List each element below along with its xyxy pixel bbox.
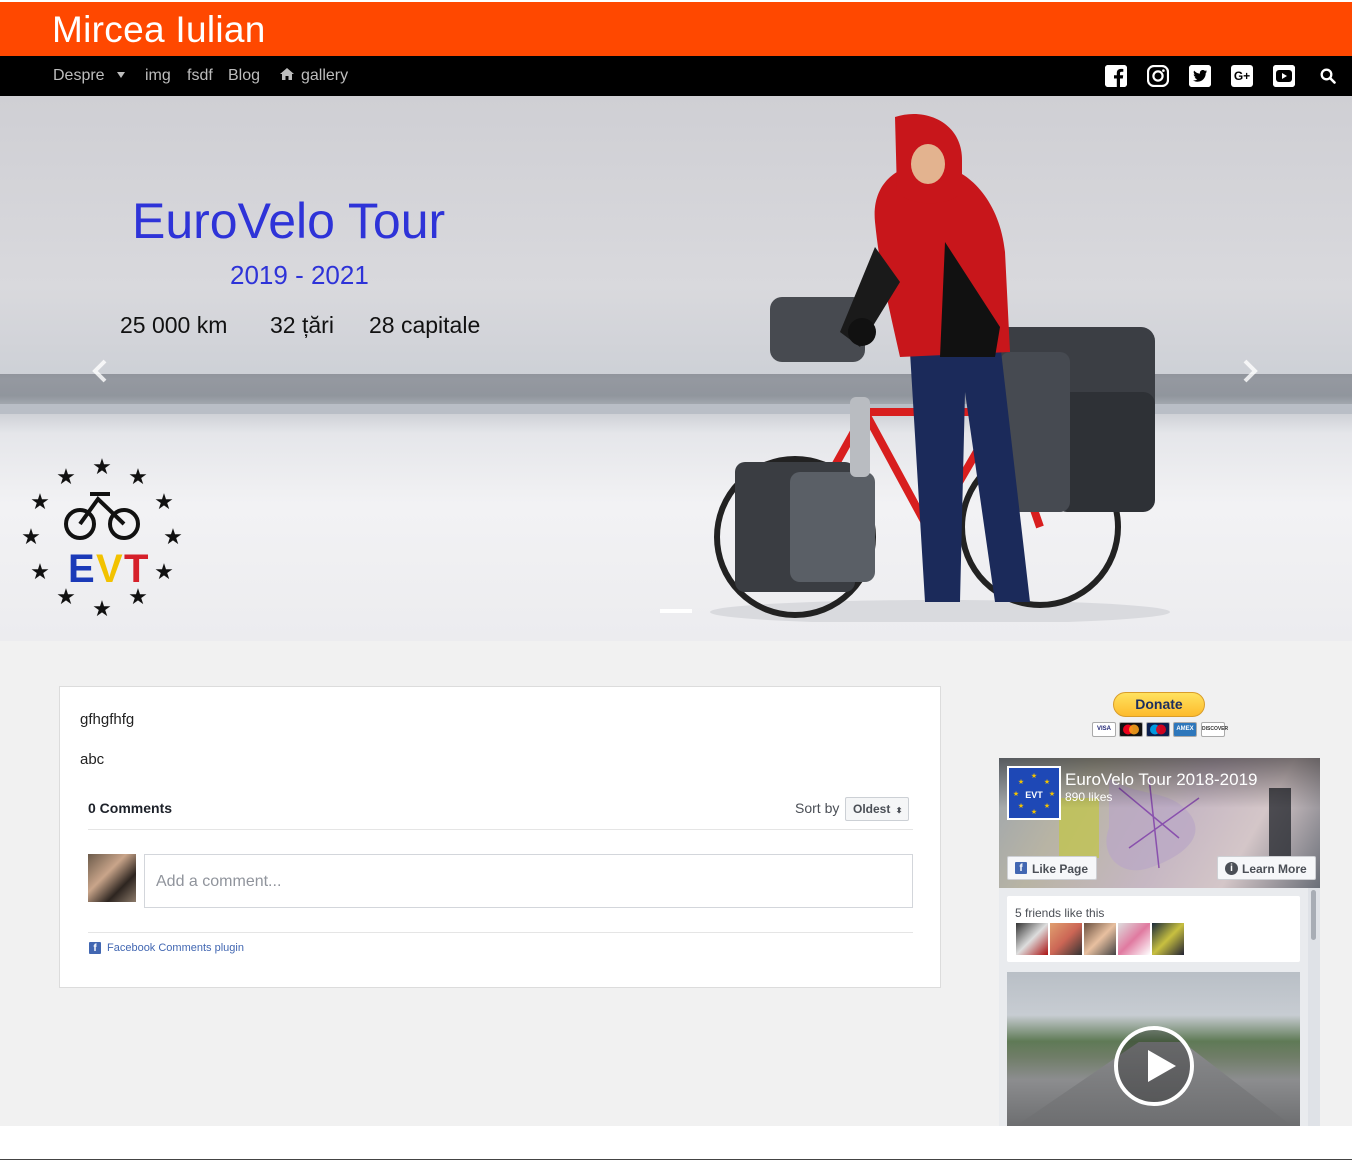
info-icon: i [1225, 862, 1238, 875]
fb-like-page-label: Like Page [1032, 862, 1089, 876]
home-icon[interactable] [279, 67, 295, 81]
site-title[interactable]: Mircea Iulian [52, 9, 266, 51]
facebook-icon: f [89, 942, 101, 954]
hero-years: 2019 - 2021 [230, 260, 369, 290]
fb-learn-more-button[interactable]: i Learn More [1217, 856, 1316, 880]
nav-item-fsdf[interactable]: fsdf [187, 67, 213, 85]
fb-page-likes: 890 likes [1065, 790, 1113, 804]
svg-text:★: ★ [1013, 790, 1019, 798]
svg-text:★: ★ [30, 490, 50, 515]
sort-select-value: Oldest [853, 802, 891, 816]
svg-text:★: ★ [154, 560, 174, 585]
hero-title: EuroVelo Tour [132, 193, 446, 249]
fb-friends-box: 5 friends like this [1007, 896, 1300, 962]
fb-video-thumbnail[interactable] [1007, 972, 1300, 1126]
post-paragraph: abc [80, 751, 105, 768]
evt-logo: ★ ★ ★ ★ ★ ★ ★ ★ ★ ★ ★ ★ E V T [21, 455, 183, 622]
site-header: Mircea Iulian [0, 2, 1352, 56]
amex-card-icon: AMEX [1173, 722, 1197, 737]
svg-text:★: ★ [92, 597, 112, 622]
fb-learn-more-label: Learn More [1242, 862, 1307, 876]
search-icon[interactable] [1320, 68, 1336, 84]
avatar[interactable] [1016, 923, 1048, 955]
avatar [88, 854, 136, 902]
comment-input[interactable]: Add a comment... [144, 854, 913, 908]
carousel-indicator[interactable] [660, 609, 692, 613]
hero-stat-distance: 25 000 km [120, 312, 228, 338]
avatar[interactable] [1084, 923, 1116, 955]
donate-button[interactable]: Donate [1113, 692, 1205, 717]
sort-label: Sort by [795, 800, 840, 816]
facebook-icon: f [1015, 862, 1027, 874]
svg-text:E: E [68, 547, 95, 591]
svg-text:★: ★ [1018, 778, 1024, 786]
svg-text:★: ★ [21, 525, 41, 550]
fb-scrollbar-thumb[interactable] [1311, 890, 1316, 940]
cyclist-photo [710, 113, 1170, 622]
fb-like-page-button[interactable]: f Like Page [1007, 856, 1098, 880]
mastercard-icon [1119, 722, 1143, 737]
twitter-icon[interactable] [1189, 65, 1211, 87]
chevron-down-icon[interactable] [117, 72, 125, 78]
carousel-prev-icon[interactable] [90, 358, 110, 384]
svg-text:★: ★ [30, 560, 50, 585]
fb-friends-label: 5 friends like this [1015, 906, 1105, 920]
nav-item-blog[interactable]: Blog [228, 67, 260, 85]
facebook-icon[interactable] [1105, 65, 1127, 87]
play-icon[interactable] [1114, 1026, 1194, 1106]
maestro-card-icon [1146, 722, 1170, 737]
footer [0, 1126, 1352, 1161]
footer-divider [0, 1159, 1352, 1160]
svg-text:V: V [96, 547, 123, 591]
sort-select[interactable]: Oldest ⬍ [845, 797, 909, 821]
page: Mircea Iulian Despre img fsdf Blog galle… [0, 0, 1352, 1161]
svg-text:★: ★ [1044, 778, 1050, 786]
svg-text:T: T [124, 547, 148, 591]
divider [88, 932, 913, 933]
sort-toggle-icon: ⬍ [895, 806, 903, 815]
google-plus-icon[interactable]: G+ [1231, 65, 1253, 87]
hero-stat-capitals: 28 capitale [369, 312, 481, 338]
avatar[interactable] [1152, 923, 1184, 955]
nav-item-despre[interactable]: Despre [53, 67, 105, 85]
instagram-icon[interactable] [1147, 65, 1169, 87]
hero-carousel: EuroVelo Tour 2019 - 2021 25 000 km 32 ț… [0, 96, 1352, 641]
visa-card-icon: VISA [1092, 722, 1116, 737]
facebook-page-widget: ★ ★ ★ ★ ★ ★ ★ ★ EVT EuroVelo Tour 2018-2019 890 … [999, 758, 1320, 1126]
nav-item-img[interactable]: img [145, 67, 171, 85]
svg-text:★: ★ [56, 465, 76, 490]
comments-count: 0 Comments [88, 800, 173, 816]
svg-text:★: ★ [154, 490, 174, 515]
svg-text:★: ★ [1044, 802, 1050, 810]
carousel-next-icon[interactable] [1240, 358, 1260, 384]
fb-page-avatar[interactable]: ★ ★ ★ ★ ★ ★ ★ ★ EVT [1007, 766, 1061, 820]
svg-text:★: ★ [1031, 772, 1037, 780]
post-paragraph: gfhgfhfg [80, 711, 135, 728]
svg-text:★: ★ [92, 455, 112, 480]
svg-text:★: ★ [128, 465, 148, 490]
avatar[interactable] [1050, 923, 1082, 955]
svg-text:★: ★ [1031, 808, 1037, 816]
svg-text:★: ★ [163, 525, 183, 550]
nav-item-gallery[interactable]: gallery [301, 67, 348, 85]
hero-stat-countries: 32 țări [270, 312, 334, 338]
comments-plugin-link[interactable]: Facebook Comments plugin [107, 942, 244, 954]
divider [88, 829, 913, 830]
svg-text:EVT: EVT [1025, 790, 1043, 800]
fb-page-name[interactable]: EuroVelo Tour 2018-2019 [1065, 770, 1258, 790]
discover-card-icon: DISCOVER [1201, 722, 1228, 737]
avatar[interactable] [1118, 923, 1150, 955]
svg-text:★: ★ [1049, 790, 1055, 798]
svg-text:★: ★ [1018, 802, 1024, 810]
youtube-icon[interactable] [1273, 65, 1295, 87]
